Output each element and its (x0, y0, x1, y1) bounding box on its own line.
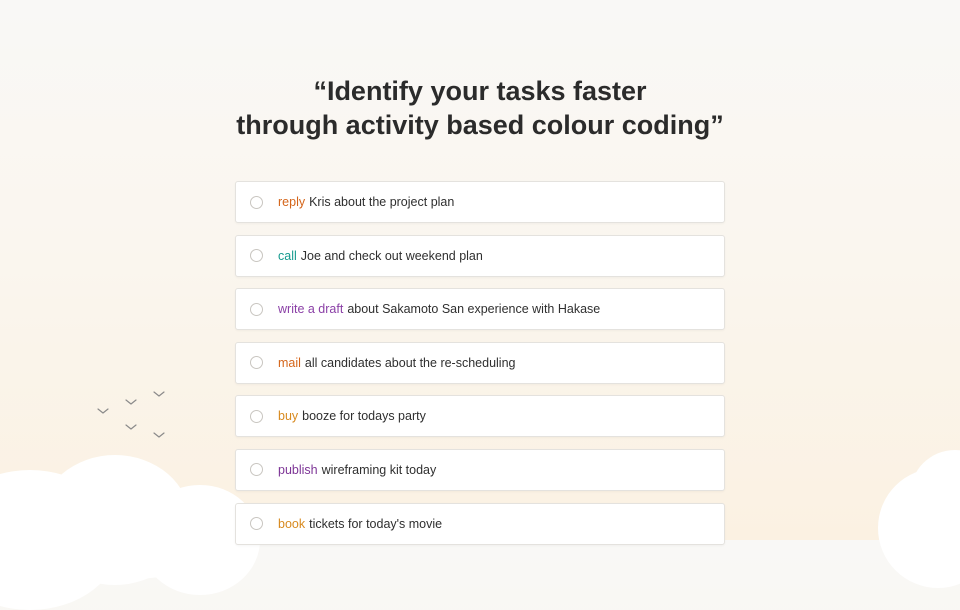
task-text: write a draft about Sakamoto San experien… (278, 302, 600, 316)
task-checkbox[interactable] (250, 517, 263, 531)
bird-icon (153, 391, 165, 397)
bird-icon (97, 408, 109, 414)
task-description: tickets for today's movie (309, 516, 443, 531)
bird-icon (153, 432, 165, 438)
task-item[interactable]: mail all candidates about the re-scheduli… (235, 341, 725, 384)
task-verb: buy (278, 409, 299, 424)
task-description: Kris about the project plan (309, 195, 455, 209)
headline: “Identify your tasks faster through acti… (0, 74, 960, 142)
task-verb: call (278, 248, 297, 263)
task-description: booze for todays party (302, 409, 426, 424)
task-checkbox[interactable] (250, 249, 263, 263)
task-verb: publish (278, 462, 318, 477)
task-text: publish wireframing kit today (278, 463, 436, 477)
task-item[interactable]: buy booze for todays party (235, 395, 725, 438)
task-description: all candidates about the re-scheduling (304, 355, 516, 370)
task-checkbox[interactable] (250, 356, 263, 370)
task-description: Joe and check out weekend plan (300, 248, 483, 263)
task-item[interactable]: reply Kris about the project plan (235, 181, 725, 223)
task-text: buy booze for todays party (278, 409, 426, 423)
headline-line-2: through activity based colour coding” (236, 110, 724, 140)
task-checkbox[interactable] (250, 195, 263, 209)
task-checkbox[interactable] (250, 463, 263, 477)
task-checkbox[interactable] (250, 409, 263, 423)
task-item[interactable]: book tickets for today's movie (235, 502, 725, 545)
task-description: about Sakamoto San experience with Hakas… (347, 302, 601, 317)
task-checkbox[interactable] (250, 302, 263, 316)
task-item[interactable]: publish wireframing kit today (235, 448, 725, 491)
task-item[interactable]: call Joe and check out weekend plan (235, 234, 725, 277)
bird-icon (125, 424, 137, 430)
task-text: call Joe and check out weekend plan (278, 249, 483, 263)
task-verb: write a draft (278, 302, 344, 317)
task-item[interactable]: write a draft about Sakamoto San experien… (235, 288, 725, 331)
task-text: book tickets for today's movie (278, 517, 442, 531)
task-description: wireframing kit today (321, 462, 437, 477)
task-verb: book (278, 516, 306, 531)
task-verb: mail (278, 355, 301, 370)
task-list: reply Kris about the project plan call Joe… (235, 181, 725, 556)
bird-icon (125, 399, 137, 405)
task-text: mail all candidates about the re-scheduli… (278, 356, 515, 370)
task-verb: reply (278, 195, 306, 209)
headline-line-1: “Identify your tasks faster (313, 76, 647, 106)
task-text: reply Kris about the project plan (278, 195, 454, 209)
